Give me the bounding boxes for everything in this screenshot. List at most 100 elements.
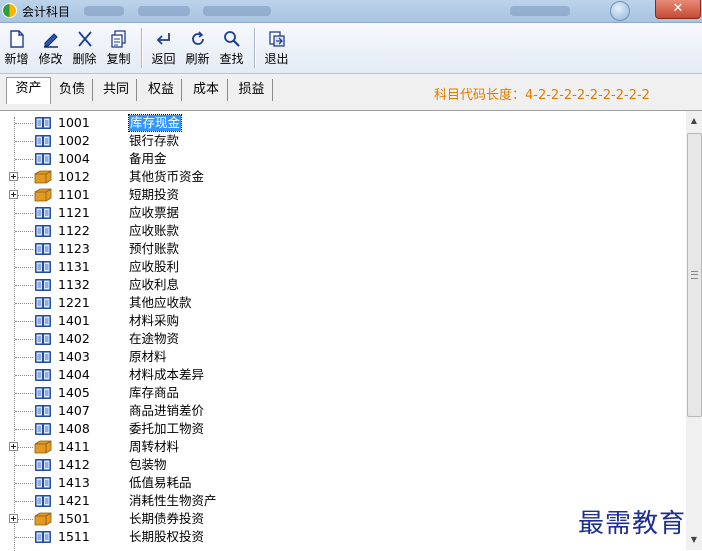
tree-branch-line bbox=[15, 501, 33, 502]
account-code: 1403 bbox=[58, 349, 90, 364]
tree-branch-line bbox=[15, 393, 33, 394]
expand-plus-icon[interactable] bbox=[9, 442, 18, 451]
account-code: 1004 bbox=[58, 151, 90, 166]
edit-button[interactable]: 修改 bbox=[34, 29, 67, 66]
book-icon bbox=[34, 530, 52, 544]
vertical-scrollbar[interactable]: ▲ ▼ bbox=[686, 111, 702, 550]
account-code: 1501 bbox=[58, 511, 90, 526]
book-icon bbox=[34, 134, 52, 148]
tree-branch-line bbox=[15, 141, 33, 142]
return-button[interactable]: 返回 bbox=[147, 29, 180, 66]
book-icon bbox=[34, 278, 52, 292]
refresh-button[interactable]: 刷新 bbox=[181, 29, 214, 66]
account-name: 库存现金 bbox=[127, 114, 183, 132]
account-row[interactable]: 1131 应收股利 bbox=[0, 258, 686, 276]
account-name: 银行存款 bbox=[129, 133, 180, 148]
code-length-label: 科目代码长度：4-2-2-2-2-2-2-2-2-2 bbox=[434, 88, 650, 103]
book-icon bbox=[34, 404, 52, 418]
account-name: 其他货币资金 bbox=[129, 169, 205, 184]
account-name: 应收票据 bbox=[129, 205, 180, 220]
account-code: 1412 bbox=[58, 457, 90, 472]
tab-assets[interactable]: 资产 bbox=[6, 77, 51, 104]
tree-branch-line bbox=[15, 483, 33, 484]
expand-plus-icon[interactable] bbox=[9, 172, 18, 181]
account-code: 1408 bbox=[58, 421, 90, 436]
tab-profit-loss[interactable]: 损益 bbox=[231, 79, 273, 101]
account-code: 1405 bbox=[58, 385, 90, 400]
account-row[interactable]: 1405 库存商品 bbox=[0, 384, 686, 402]
book-icon bbox=[34, 206, 52, 220]
refresh-icon bbox=[191, 31, 204, 45]
account-code: 1411 bbox=[58, 439, 90, 454]
expand-plus-icon[interactable] bbox=[9, 514, 18, 523]
scroll-down-arrow-icon[interactable]: ▼ bbox=[686, 532, 702, 548]
account-code: 1122 bbox=[58, 223, 90, 238]
delete-button[interactable]: 删除 bbox=[68, 29, 101, 66]
account-name: 备用金 bbox=[129, 151, 167, 166]
folder-icon bbox=[34, 188, 52, 202]
account-name: 包装物 bbox=[129, 457, 167, 472]
account-row[interactable]: 1121 应收票据 bbox=[0, 204, 686, 222]
book-icon bbox=[34, 242, 52, 256]
book-icon bbox=[34, 476, 52, 490]
blurred-title-segment bbox=[138, 6, 190, 16]
tree-branch-line bbox=[15, 231, 33, 232]
account-name: 材料采购 bbox=[129, 313, 180, 328]
account-name: 在途物资 bbox=[129, 331, 180, 346]
account-name: 周转材料 bbox=[129, 439, 180, 454]
tree-branch-line bbox=[15, 123, 33, 124]
account-row[interactable]: 1101 短期投资 bbox=[0, 186, 686, 204]
tree-branch-line bbox=[15, 537, 33, 538]
copy-button[interactable]: 复制 bbox=[102, 29, 135, 66]
account-row[interactable]: 1403 原材料 bbox=[0, 348, 686, 366]
account-row[interactable]: 1407 商品进销差价 bbox=[0, 402, 686, 420]
account-code: 1101 bbox=[58, 187, 90, 202]
account-code: 1123 bbox=[58, 241, 90, 256]
search-button[interactable]: 查找 bbox=[215, 29, 248, 66]
account-row[interactable]: 1004 备用金 bbox=[0, 150, 686, 168]
account-name: 商品进销差价 bbox=[129, 403, 205, 418]
scroll-up-arrow-icon[interactable]: ▲ bbox=[686, 113, 702, 129]
scrollbar-thumb[interactable] bbox=[687, 133, 702, 417]
expand-plus-icon[interactable] bbox=[9, 190, 18, 199]
book-icon bbox=[34, 296, 52, 310]
account-row[interactable]: 1413 低值易耗品 bbox=[0, 474, 686, 492]
account-row[interactable]: 1408 委托加工物资 bbox=[0, 420, 686, 438]
book-icon bbox=[34, 332, 52, 346]
tab-equity[interactable]: 权益 bbox=[141, 79, 182, 101]
account-row[interactable]: 1401 材料采购 bbox=[0, 312, 686, 330]
account-row[interactable]: 1411 周转材料 bbox=[0, 438, 686, 456]
account-code: 1402 bbox=[58, 331, 90, 346]
book-icon bbox=[34, 422, 52, 436]
close-button[interactable]: ✕ bbox=[655, 0, 701, 19]
help-icon[interactable] bbox=[610, 1, 630, 21]
account-tree[interactable]: 1001 库存现金 1002 银行存款 1004 备用金 1012 其他货币资金 1101 短期投… bbox=[0, 110, 702, 551]
new-document-icon bbox=[9, 30, 24, 48]
account-row[interactable]: 1404 材料成本差异 bbox=[0, 366, 686, 384]
account-row[interactable]: 1122 应收账款 bbox=[0, 222, 686, 240]
toolbar: 新增 修改 删除 复制 返回 刷新 查找 退出 bbox=[0, 23, 702, 74]
tab-common[interactable]: 共同 bbox=[96, 79, 137, 101]
account-code: 1121 bbox=[58, 205, 90, 220]
account-row[interactable]: 1012 其他货币资金 bbox=[0, 168, 686, 186]
account-row[interactable]: 1132 应收利息 bbox=[0, 276, 686, 294]
book-icon bbox=[34, 116, 52, 130]
tree-branch-line bbox=[15, 465, 33, 466]
account-row[interactable]: 1123 预付账款 bbox=[0, 240, 686, 258]
exit-icon bbox=[268, 31, 285, 47]
account-row[interactable]: 1412 包装物 bbox=[0, 456, 686, 474]
tab-liabilities[interactable]: 负债 bbox=[52, 79, 93, 101]
book-icon bbox=[34, 260, 52, 274]
account-name: 应收账款 bbox=[129, 223, 180, 238]
window-title: 会计科目 bbox=[22, 5, 71, 19]
exit-button[interactable]: 退出 bbox=[260, 29, 293, 66]
new-button[interactable]: 新增 bbox=[0, 29, 33, 66]
account-code: 1401 bbox=[58, 313, 90, 328]
account-row[interactable]: 1001 库存现金 bbox=[0, 114, 686, 132]
tab-cost[interactable]: 成本 bbox=[185, 79, 228, 101]
account-row[interactable]: 1221 其他应收款 bbox=[0, 294, 686, 312]
tree-branch-line bbox=[15, 303, 33, 304]
account-code: 1002 bbox=[58, 133, 90, 148]
account-row[interactable]: 1002 银行存款 bbox=[0, 132, 686, 150]
account-row[interactable]: 1402 在途物资 bbox=[0, 330, 686, 348]
